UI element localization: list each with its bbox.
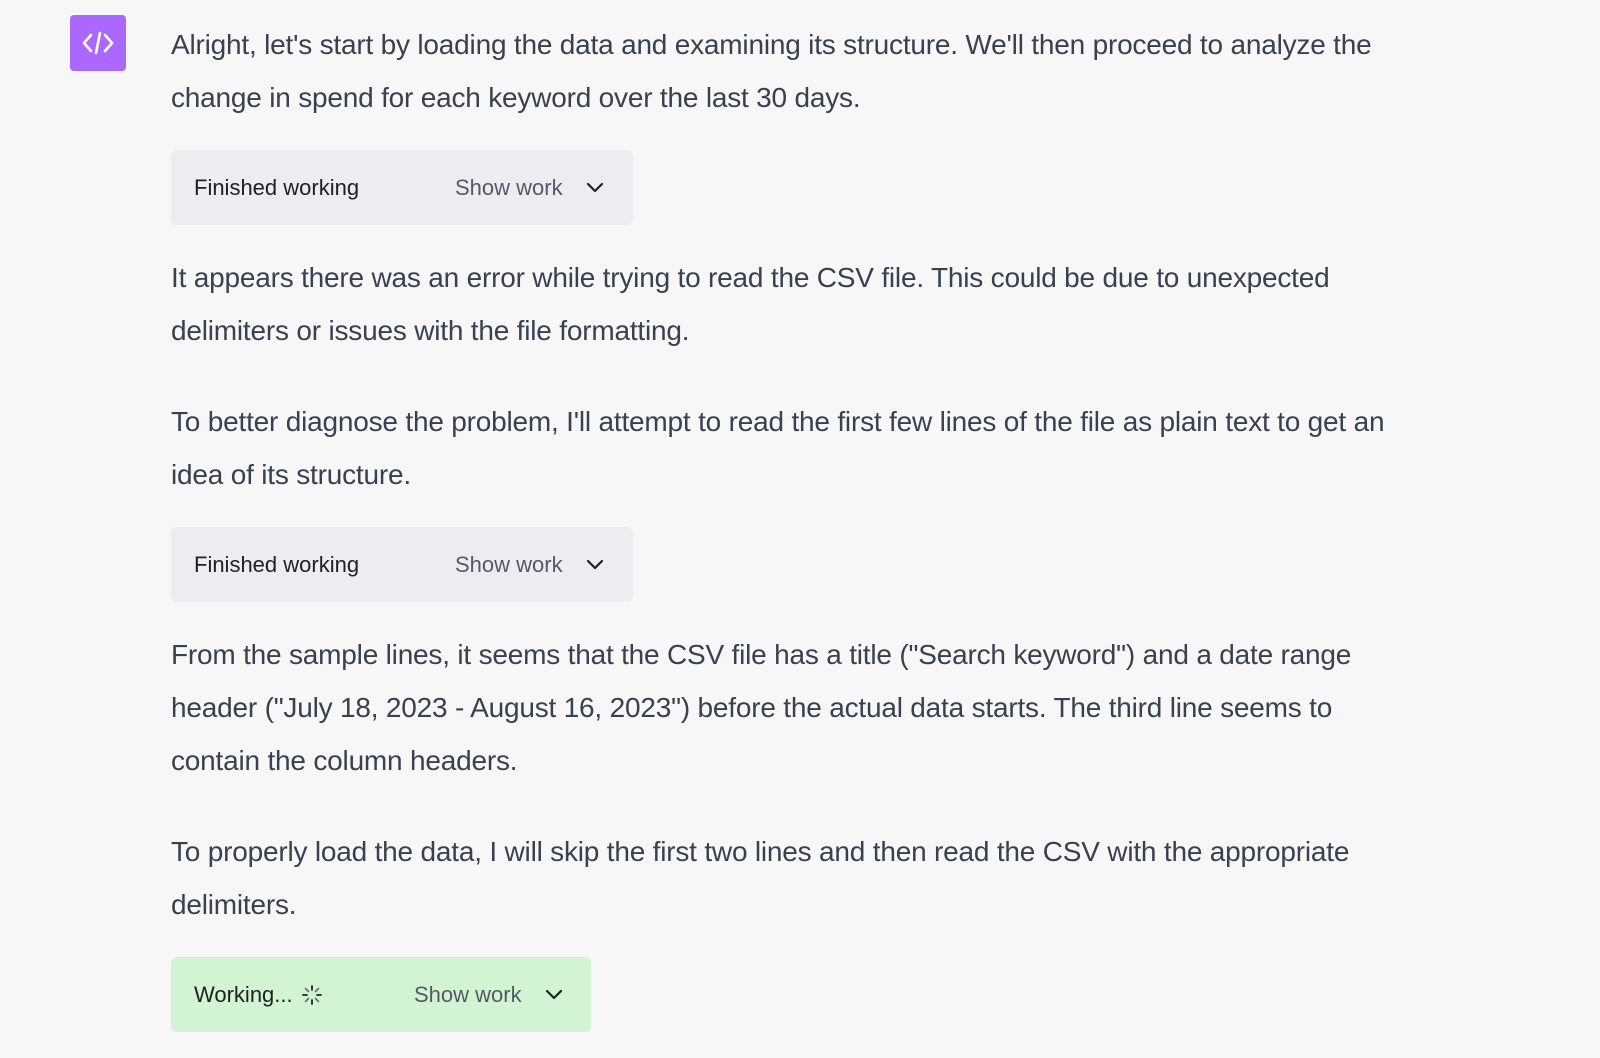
assistant-avatar <box>70 15 126 71</box>
show-work-label: Show work <box>455 551 563 577</box>
show-work-button[interactable]: Show work <box>455 552 605 578</box>
show-work-button[interactable]: Show work <box>455 175 605 201</box>
work-status: Working... <box>194 982 323 1008</box>
assistant-message: Alright, let's start by loading the data… <box>171 18 1401 1058</box>
chevron-down-icon <box>586 182 603 192</box>
show-work-label: Show work <box>414 981 522 1007</box>
message-paragraph: It appears there was an error while tryi… <box>171 262 1330 346</box>
work-status: Finished working <box>194 551 360 577</box>
message-paragraph: To better diagnose the problem, I'll att… <box>171 406 1385 490</box>
work-block-in-progress: Working... Show work <box>171 957 591 1032</box>
spinner-icon <box>301 984 322 1005</box>
work-status-label: Working... <box>194 981 293 1007</box>
show-work-button[interactable]: Show work <box>414 982 564 1008</box>
message-paragraph: Alright, let's start by loading the data… <box>171 29 1372 113</box>
chevron-down-icon <box>586 559 603 569</box>
message-paragraph: To properly load the data, I will skip t… <box>171 836 1350 920</box>
message-paragraph: From the sample lines, it seems that the… <box>171 639 1352 776</box>
code-interpreter-icon <box>82 31 114 55</box>
work-block: Finished working Show work <box>171 150 633 225</box>
chevron-down-icon <box>545 989 562 999</box>
work-block: Finished working Show work <box>171 527 633 602</box>
show-work-label: Show work <box>455 174 563 200</box>
work-status: Finished working <box>194 174 360 200</box>
